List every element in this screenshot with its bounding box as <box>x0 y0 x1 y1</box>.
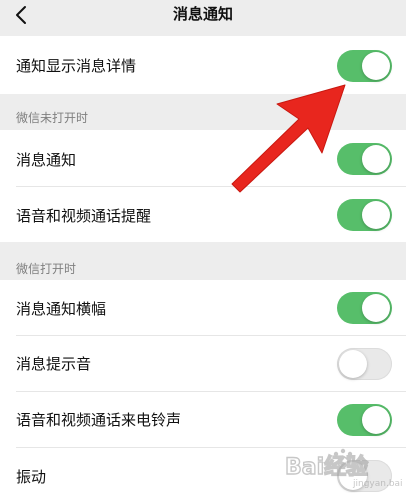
setting-label: 振动 <box>16 468 47 486</box>
message-notify-toggle[interactable] <box>337 143 392 175</box>
tone-toggle[interactable] <box>337 348 392 380</box>
setting-row-tone: 消息提示音 <box>0 336 406 392</box>
page-title: 消息通知 <box>172 5 233 23</box>
vibrate-toggle[interactable] <box>337 460 392 492</box>
setting-label: 语音和视频通话提醒 <box>16 207 152 225</box>
toggle-knob <box>362 145 390 173</box>
section-label: 微信打开时 <box>16 262 77 276</box>
toggle-knob <box>362 52 390 80</box>
setting-label: 通知显示消息详情 <box>16 57 137 75</box>
toggle-knob <box>339 350 367 378</box>
voice-video-remind-toggle[interactable] <box>337 199 392 231</box>
toggle-knob <box>339 462 367 490</box>
section-header-closed: 微信未打开时 <box>0 94 406 130</box>
setting-row-message-notify: 消息通知 <box>0 130 406 187</box>
section-label: 微信未打开时 <box>16 111 89 125</box>
navigation-bar: 消息通知 <box>0 0 406 32</box>
banner-toggle[interactable] <box>337 292 392 324</box>
toggle-knob <box>362 294 390 322</box>
setting-row-ringtone: 语音和视频通话来电铃声 <box>0 392 406 448</box>
setting-row-voice-video-remind: 语音和视频通话提醒 <box>0 187 406 242</box>
setting-label: 消息提示音 <box>16 355 92 373</box>
notification-settings-page: 消息通知 通知显示消息详情 微信未打开时 消息通知 语音和视频通话提醒 微信打开… <box>0 0 406 493</box>
setting-row-vibrate: 振动 <box>0 448 406 493</box>
section-header-open: 微信打开时 <box>0 242 406 280</box>
ringtone-toggle[interactable] <box>337 404 392 436</box>
setting-label: 消息通知横幅 <box>16 300 107 318</box>
setting-row-show-details: 通知显示消息详情 <box>0 36 406 94</box>
setting-row-banner: 消息通知横幅 <box>0 280 406 336</box>
toggle-knob <box>362 201 390 229</box>
toggle-knob <box>362 406 390 434</box>
setting-label: 语音和视频通话来电铃声 <box>16 411 182 429</box>
setting-label: 消息通知 <box>16 151 77 169</box>
show-details-toggle[interactable] <box>337 50 392 82</box>
